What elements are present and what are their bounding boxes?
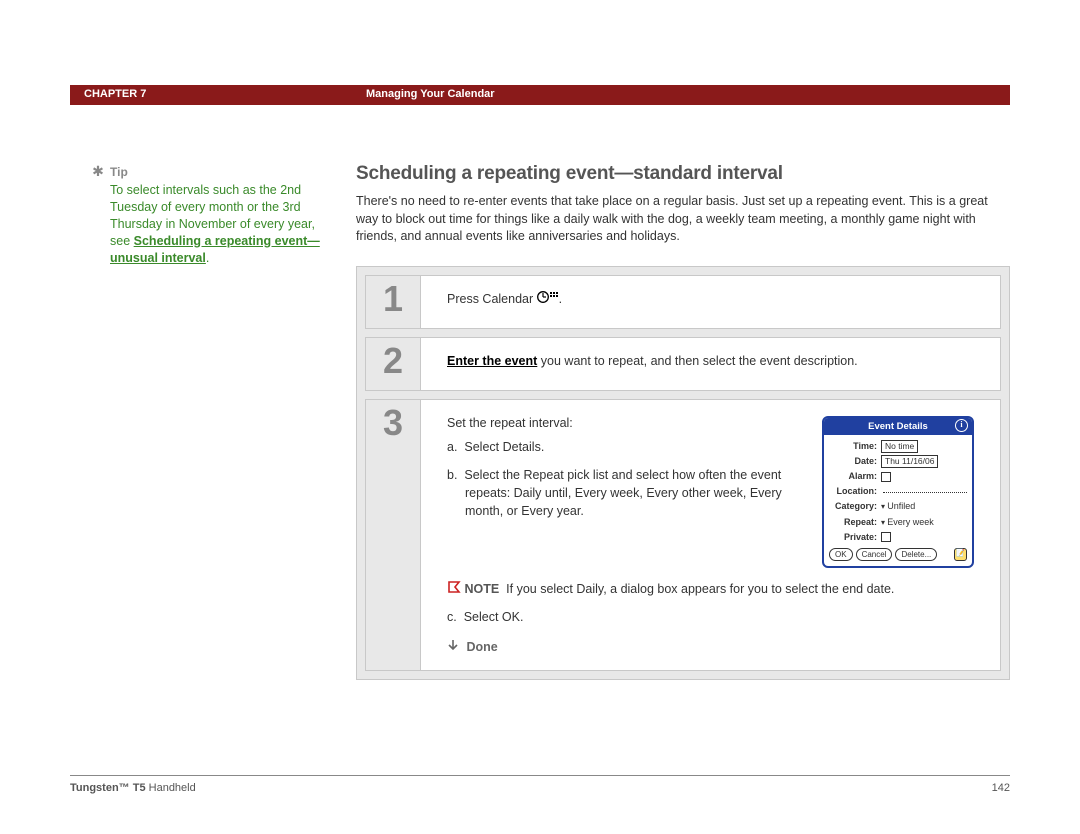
sub-b-label: b. [447, 468, 457, 482]
repeat-label: Repeat: [829, 516, 881, 529]
sub-b-text: Select the Repeat pick list and select h… [464, 468, 781, 518]
done-arrow-icon [447, 638, 459, 656]
asterisk-icon: ✱ [90, 163, 106, 180]
tip-block: ✱Tip To select intervals such as the 2nd… [110, 163, 326, 266]
note-text: If you select Daily, a dialog box appear… [506, 582, 894, 596]
location-field[interactable] [883, 491, 967, 493]
ok-button[interactable]: OK [829, 548, 853, 561]
alarm-label: Alarm: [829, 470, 881, 483]
section-intro: There's no need to re-enter events that … [356, 193, 1010, 246]
calendar-icon [537, 290, 559, 309]
date-label: Date: [829, 455, 881, 468]
delete-button[interactable]: Delete... [895, 548, 937, 561]
step-2-text: you want to repeat, and then select the … [537, 354, 857, 368]
time-label: Time: [829, 440, 881, 453]
category-label: Category: [829, 500, 881, 513]
note-label: NOTE [464, 582, 499, 596]
step-1: 1 Press Calendar . [365, 275, 1001, 329]
steps-container: 1 Press Calendar . [356, 266, 1010, 680]
note-flag-icon [447, 580, 461, 592]
sub-a-text: Select Details. [464, 440, 544, 454]
page-footer: Tungsten™ T5 Handheld 142 [70, 775, 1010, 794]
private-label: Private: [829, 531, 881, 544]
event-details-dialog: Event Details i Time:No time Date:Thu 11… [822, 416, 974, 568]
product-name: Tungsten™ T5 Handheld [70, 782, 196, 794]
step-2: 2 Enter the event you want to repeat, an… [365, 337, 1001, 391]
dialog-title: Event Details [868, 421, 928, 432]
tip-text-end: . [206, 251, 209, 265]
location-label: Location: [829, 485, 881, 498]
done-indicator: Done [447, 638, 982, 656]
dialog-title-bar: Event Details i [824, 418, 972, 436]
date-value[interactable]: Thu 11/16/06 [881, 455, 938, 468]
cancel-button[interactable]: Cancel [856, 548, 893, 561]
sub-a-label: a. [447, 440, 457, 454]
info-icon[interactable]: i [955, 419, 968, 432]
alarm-checkbox[interactable] [881, 472, 891, 482]
step-number: 3 [366, 400, 421, 670]
done-label: Done [466, 640, 497, 654]
step-1-text-a: Press Calendar [447, 292, 537, 306]
enter-event-link[interactable]: Enter the event [447, 354, 537, 368]
private-checkbox[interactable] [881, 532, 891, 542]
sub-c-label: c. [447, 610, 457, 624]
chapter-label: CHAPTER 7 [70, 85, 356, 105]
page-number: 142 [992, 782, 1010, 794]
tip-link[interactable]: Scheduling a repeating event—unusual int… [110, 234, 320, 265]
tip-label: Tip [110, 165, 128, 179]
step-3: 3 Set the repeat interval: a. Select Det… [365, 399, 1001, 671]
chapter-title: Managing Your Calendar [356, 85, 1010, 105]
section-heading: Scheduling a repeating event—standard in… [356, 163, 1010, 185]
sub-c-text: Select OK. [464, 610, 524, 624]
step-1-text-b: . [559, 292, 562, 306]
note-block: NOTE If you select Daily, a dialog box a… [447, 580, 982, 598]
step-number: 2 [366, 338, 421, 390]
chapter-header: CHAPTER 7 Managing Your Calendar [70, 85, 1010, 105]
repeat-picklist[interactable]: Every week [881, 516, 934, 529]
category-picklist[interactable]: Unfiled [881, 500, 915, 513]
step-number: 1 [366, 276, 421, 328]
note-icon[interactable]: 📝 [954, 548, 967, 561]
time-value[interactable]: No time [881, 440, 918, 453]
step-3-lead: Set the repeat interval: [447, 414, 798, 432]
